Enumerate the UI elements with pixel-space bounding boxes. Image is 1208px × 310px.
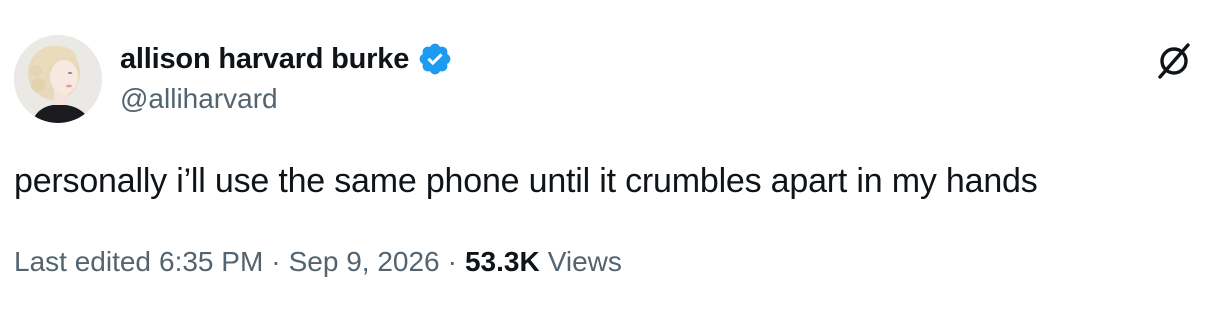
tweet-meta: Last edited 6:35 PM · Sep 9, 2026 · 53.3… — [14, 246, 622, 278]
views-count[interactable]: 53.3K — [465, 246, 540, 278]
avatar[interactable] — [14, 35, 102, 123]
meta-separator: · — [447, 246, 457, 277]
verified-badge-icon[interactable] — [417, 41, 453, 77]
views-label[interactable]: Views — [548, 246, 622, 278]
tweet-text: personally i’ll use the same phone until… — [14, 162, 1038, 200]
edited-label[interactable]: Last edited — [14, 246, 151, 278]
tweet-time[interactable]: 6:35 PM — [159, 246, 263, 278]
grok-icon[interactable] — [1155, 42, 1193, 80]
tweet-date[interactable]: Sep 9, 2026 — [289, 246, 440, 278]
display-name-row[interactable]: allison harvard burke — [120, 39, 453, 79]
meta-separator: · — [271, 246, 281, 277]
display-name[interactable]: allison harvard burke — [120, 43, 409, 76]
avatar-image — [14, 35, 102, 123]
author-handle[interactable]: @alliharvard — [120, 83, 278, 115]
